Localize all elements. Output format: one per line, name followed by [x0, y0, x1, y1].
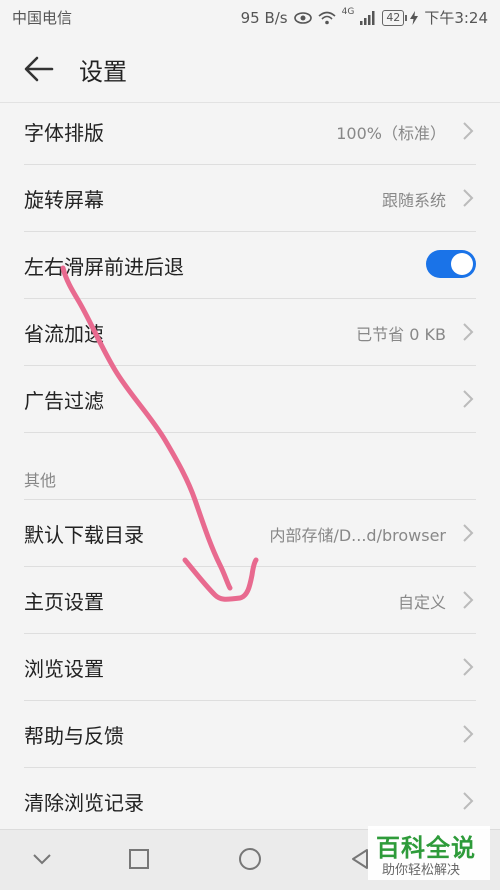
chevron-right-icon: [463, 524, 474, 542]
charging-icon: [410, 10, 419, 25]
watermark-title: 百科全说: [376, 834, 476, 862]
setting-data-saver[interactable]: 省流加速 已节省 0 KB: [24, 299, 476, 366]
chevron-right-icon: [463, 792, 474, 810]
status-bar: 中国电信 95 B/s 4G 42 下午3:24: [0, 0, 500, 34]
network-speed: 95 B/s: [240, 8, 288, 27]
wifi-icon: [318, 11, 336, 24]
setting-label: 旋转屏幕: [24, 188, 104, 212]
watermark-logo: 百科全说 助你轻松解决: [368, 826, 490, 880]
eye-icon: [293, 11, 312, 24]
setting-label: 广告过滤: [24, 389, 104, 413]
chevron-right-icon: [463, 189, 474, 207]
setting-value: 跟随系统: [381, 191, 446, 210]
setting-value: 已节省 0 KB: [356, 325, 446, 344]
home-icon[interactable]: [235, 844, 265, 874]
back-arrow-icon[interactable]: [22, 52, 56, 86]
setting-label: 浏览设置: [24, 657, 104, 681]
setting-default-download-dir[interactable]: 默认下载目录 内部存储/D...d/browser: [24, 500, 476, 567]
setting-rotate-screen[interactable]: 旋转屏幕 跟随系统: [24, 165, 476, 232]
clock: 下午3:24: [424, 9, 488, 27]
setting-value: 自定义: [397, 593, 446, 612]
recent-apps-icon[interactable]: [124, 844, 154, 874]
signal-icon: [360, 10, 375, 25]
setting-clear-history[interactable]: 清除浏览记录: [24, 768, 476, 835]
chevron-down-icon[interactable]: [27, 844, 57, 874]
setting-swipe-navigation: 左右滑屏前进后退: [24, 232, 476, 299]
setting-label: 省流加速: [24, 322, 104, 346]
chevron-right-icon: [463, 323, 474, 341]
chevron-right-icon: [463, 591, 474, 609]
setting-label: 清除浏览记录: [24, 791, 144, 815]
carrier-name: 中国电信: [12, 9, 73, 27]
toggle-knob: [451, 253, 473, 275]
watermark-subtitle: 助你轻松解决: [382, 863, 461, 878]
setting-label: 左右滑屏前进后退: [24, 255, 184, 279]
status-icons: 95 B/s 4G 42 下午3:24: [241, 7, 488, 28]
chevron-right-icon: [463, 658, 474, 676]
setting-label: 字体排版: [24, 121, 104, 145]
section-title: 其他: [24, 471, 57, 490]
chevron-right-icon: [463, 725, 474, 743]
app-header: 设置: [0, 34, 500, 103]
setting-value: 100%（标准）: [336, 124, 446, 143]
setting-value: 内部存储/D...d/browser: [269, 526, 446, 545]
chevron-right-icon: [463, 390, 474, 408]
setting-help-feedback[interactable]: 帮助与反馈: [24, 701, 476, 768]
setting-label: 帮助与反馈: [24, 724, 124, 748]
section-header-other: 其他: [24, 433, 476, 500]
settings-list: 字体排版 100%（标准） 旋转屏幕 跟随系统 左右滑屏前进后退 省流加速 已节…: [0, 98, 500, 835]
chevron-right-icon: [463, 122, 474, 140]
setting-label: 主页设置: [24, 590, 104, 614]
page-title: 设置: [79, 58, 127, 86]
setting-font-layout[interactable]: 字体排版 100%（标准）: [24, 98, 476, 165]
swipe-navigation-toggle[interactable]: [426, 250, 476, 278]
network-type: 4G: [341, 6, 355, 17]
setting-ad-filter[interactable]: 广告过滤: [24, 366, 476, 433]
battery-icon: 42: [382, 9, 408, 26]
setting-label: 默认下载目录: [24, 523, 144, 547]
setting-browsing[interactable]: 浏览设置: [24, 634, 476, 701]
setting-homepage[interactable]: 主页设置 自定义: [24, 567, 476, 634]
